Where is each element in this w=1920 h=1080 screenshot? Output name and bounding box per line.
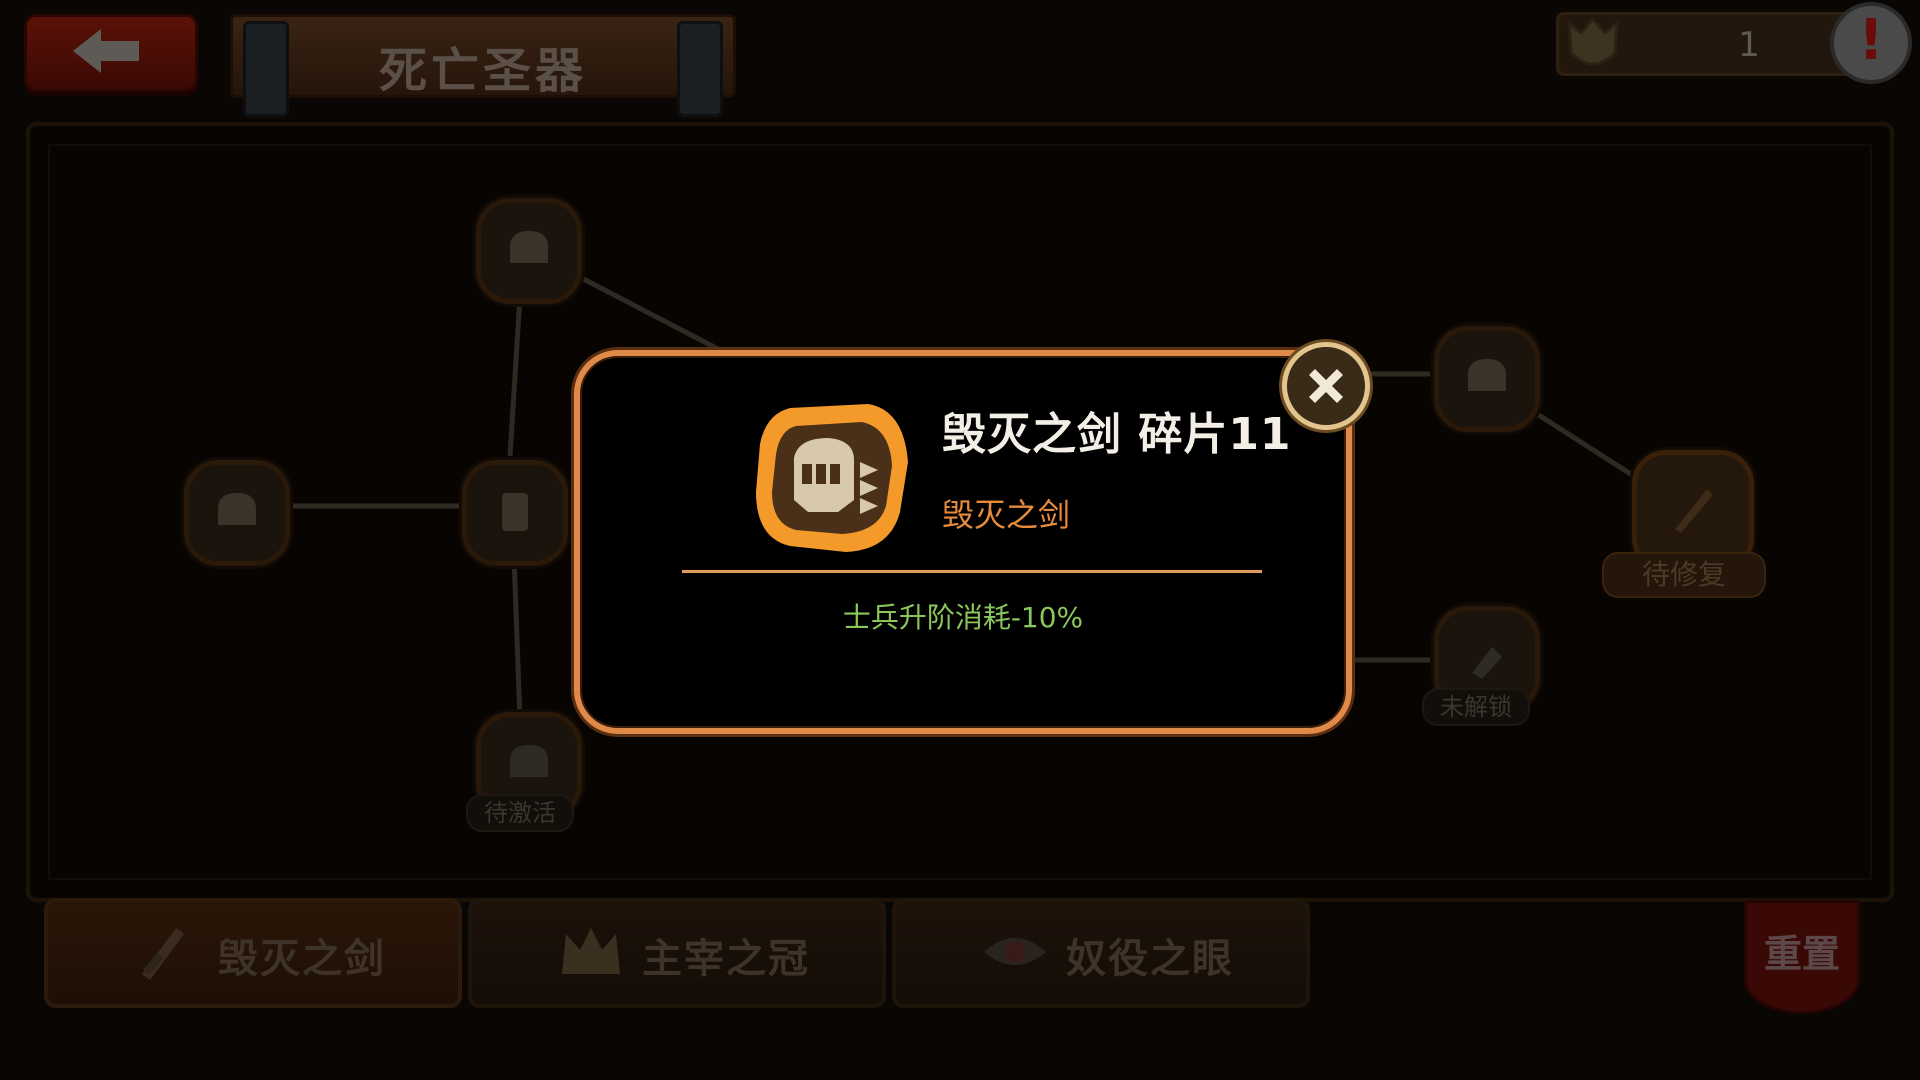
tab-eye[interactable]: 奴役之眼 — [892, 898, 1310, 1008]
reset-button[interactable]: 重置 — [1744, 900, 1860, 1014]
fragment-info-dialog: 毁灭之剑 碎片11 毁灭之剑 士兵升阶消耗-10% — [574, 350, 1352, 734]
helmet-icon — [1468, 359, 1506, 391]
tree-node-helmet-armor[interactable] — [1434, 326, 1540, 432]
crown-icon — [562, 928, 620, 974]
tab-label: 毁灭之剑 — [218, 936, 386, 982]
close-button[interactable] — [1282, 342, 1370, 430]
fragment-title: 毁灭之剑 碎片11 — [942, 409, 1292, 460]
node-tag-pending: 待激活 — [466, 794, 574, 832]
close-x-icon — [1309, 369, 1343, 403]
helmet-icon — [510, 745, 548, 777]
tab-sword[interactable]: 毁灭之剑 — [44, 898, 462, 1008]
tab-crown[interactable]: 主宰之冠 — [468, 898, 886, 1008]
fragment-set-name: 毁灭之剑 — [942, 496, 1071, 534]
sword-icon — [1675, 489, 1713, 533]
card-icon — [502, 493, 528, 531]
divider — [682, 570, 1262, 573]
upgrade-icon — [1472, 647, 1502, 679]
tab-label: 主宰之冠 — [642, 936, 810, 982]
helmet-icon — [218, 493, 256, 525]
helmet-icon — [510, 231, 548, 263]
sword-icon — [142, 928, 184, 980]
tree-node-card[interactable] — [462, 460, 568, 566]
eye-icon — [984, 938, 1046, 965]
tab-label: 奴役之眼 — [1066, 936, 1234, 982]
node-tag-locked: 未解锁 — [1422, 688, 1530, 726]
knight-helmet-icon — [756, 404, 908, 552]
tree-node-helmet-x2[interactable] — [476, 198, 582, 304]
node-tag-repair: 待修复 — [1602, 552, 1766, 598]
fragment-effect: 士兵升阶消耗-10% — [842, 601, 1084, 634]
tree-node-helmet-clock[interactable] — [184, 460, 290, 566]
reset-label: 重置 — [1763, 932, 1840, 976]
